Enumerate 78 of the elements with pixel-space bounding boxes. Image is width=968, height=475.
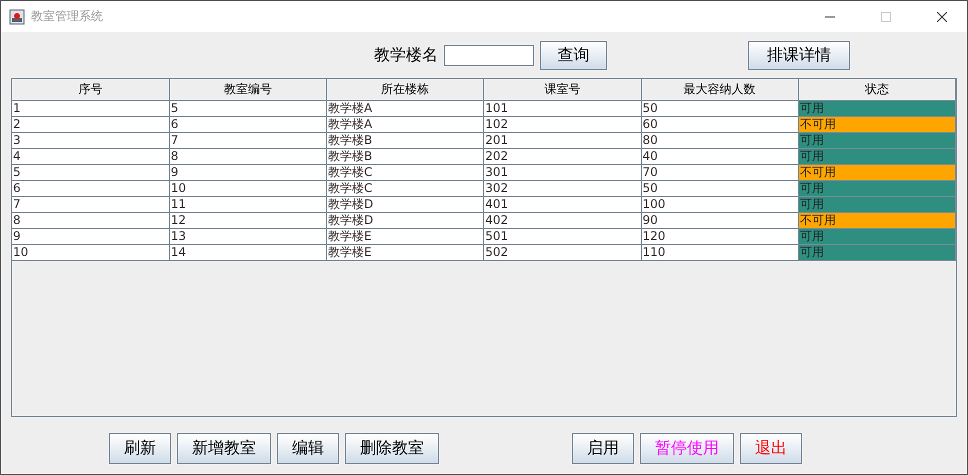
table-cell: 202 [484,148,641,164]
table-cell: 40 [641,148,798,164]
table-cell: 120 [641,228,798,244]
close-icon[interactable] [937,12,947,22]
table-cell: 101 [484,100,641,116]
status-cell: 可用 [798,228,956,244]
table-cell: 教学楼A [326,116,484,132]
table-cell: 12 [169,212,326,228]
column-header[interactable]: 课室号 [484,79,641,100]
table-cell: 100 [641,196,798,212]
table-cell: 教学楼B [326,132,484,148]
column-header[interactable]: 教室编号 [169,79,326,100]
table-cell: 5 [169,100,326,116]
column-header[interactable]: 所在楼栋 [326,79,484,100]
table-cell: 13 [169,228,326,244]
status-cell: 可用 [798,132,956,148]
table-cell: 60 [641,116,798,132]
table-cell: 301 [484,164,641,180]
table-cell: 教学楼B [326,148,484,164]
table-cell: 教学楼E [326,244,484,260]
table-cell: 1 [12,100,170,116]
table-cell: 401 [484,196,641,212]
action-button[interactable]: 删除教室 [345,433,439,464]
schedule-details-button[interactable]: 排课详情 [748,40,850,70]
table-cell: 14 [169,244,326,260]
table-cell: 6 [12,180,170,196]
table-cell: 6 [169,116,326,132]
table-cell: 502 [484,244,641,260]
status-cell: 可用 [798,180,956,196]
action-button[interactable]: 新增教室 [177,433,271,464]
window-title: 教室管理系统 [31,8,103,25]
status-cell: 可用 [798,100,956,116]
table-cell: 5 [12,164,170,180]
table-cell: 4 [12,148,170,164]
status-cell: 可用 [798,244,956,260]
table-cell: 10 [12,244,170,260]
table-cell: 教学楼D [326,196,484,212]
table-cell: 教学楼C [326,180,484,196]
table-cell: 11 [169,196,326,212]
building-name-label: 教学楼名 [374,44,438,66]
table-cell: 10 [169,180,326,196]
table-cell: 8 [12,212,170,228]
action-button[interactable]: 编辑 [277,433,339,464]
table-cell: 教学楼C [326,164,484,180]
table-cell: 2 [12,116,170,132]
table-cell: 50 [641,180,798,196]
table-cell: 教学楼E [326,228,484,244]
status-cell: 不可用 [798,164,956,180]
status-cell: 不可用 [798,116,956,132]
table-cell: 7 [12,196,170,212]
action-button[interactable]: 刷新 [109,433,171,464]
table-cell: 9 [12,228,170,244]
table-cell: 50 [641,100,798,116]
column-header[interactable]: 序号 [12,79,170,100]
table-cell: 8 [169,148,326,164]
column-header[interactable]: 最大容纳人数 [641,79,798,100]
table-cell: 80 [641,132,798,148]
table-cell: 110 [641,244,798,260]
table-cell: 402 [484,212,641,228]
table-cell: 102 [484,116,641,132]
column-header[interactable]: 状态 [798,79,956,100]
table-cell: 302 [484,180,641,196]
action-button[interactable]: 启用 [572,433,634,464]
building-name-field[interactable] [444,44,534,66]
table-cell: 501 [484,228,641,244]
status-cell: 不可用 [798,212,956,228]
status-cell: 可用 [798,196,956,212]
query-button[interactable]: 查询 [540,40,607,70]
table-cell: 教学楼A [326,100,484,116]
table-cell: 教学楼D [326,212,484,228]
table-cell: 9 [169,164,326,180]
status-cell: 可用 [798,148,956,164]
table-cell: 90 [641,212,798,228]
table-cell: 201 [484,132,641,148]
table-cell: 7 [169,132,326,148]
app-icon [9,8,25,24]
table-cell: 3 [12,132,170,148]
table-cell: 70 [641,164,798,180]
